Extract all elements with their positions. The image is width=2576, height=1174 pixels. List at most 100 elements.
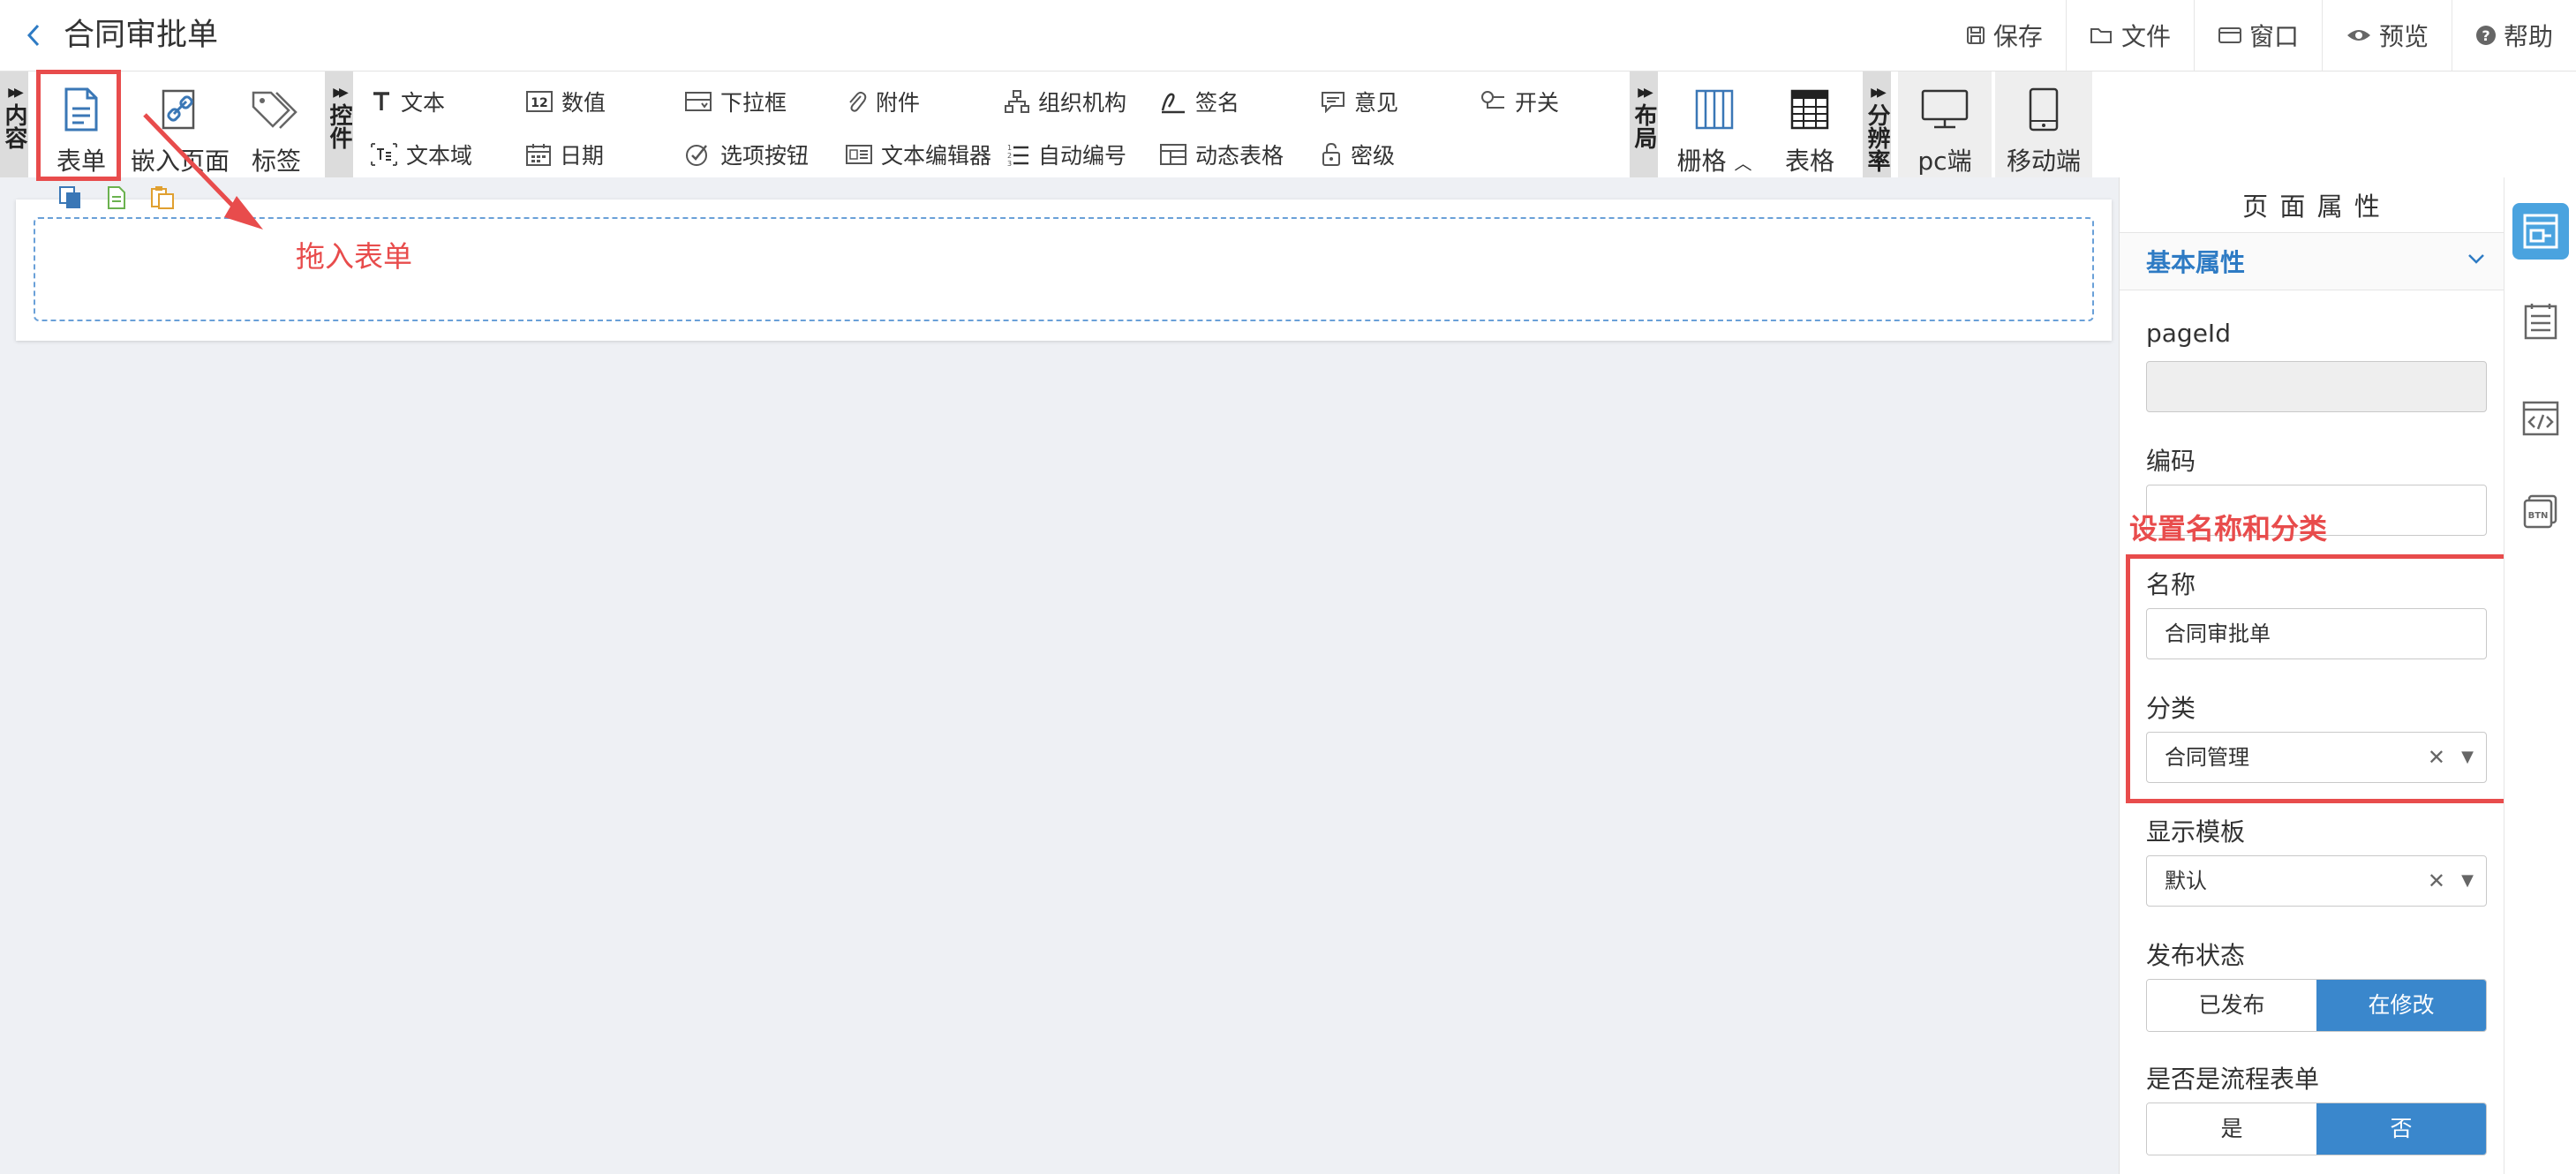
component-toolbar: ▶▶ 内容 表单 嵌入页面 标签 ▶▶ 控件 文本 12 数值 下拉框 附件 组… <box>0 71 2576 177</box>
panel-title: 页 面 属 性 <box>2242 192 2382 222</box>
expand-arrows-icon: ▶▶ <box>1638 86 1653 100</box>
template-select[interactable]: 默认 ✕ ▼ <box>2146 855 2487 907</box>
page-title: 合同审批单 <box>64 18 219 53</box>
tool-mobile-label: 移动端 <box>2006 147 2081 176</box>
control-attachment-label: 附件 <box>876 90 921 116</box>
control-attachment[interactable]: 附件 <box>846 86 920 117</box>
expand-arrows-icon: ▶▶ <box>8 86 23 100</box>
control-signature-label: 签名 <box>1195 90 1240 116</box>
control-text-editor[interactable]: 文本编辑器 <box>846 139 991 170</box>
tool-mobile[interactable]: 移动端 <box>1995 71 2092 177</box>
copy-icon[interactable] <box>58 185 83 210</box>
help-label: 帮助 <box>2503 22 2553 51</box>
option-button-icon <box>685 142 712 167</box>
control-text-editor-label: 文本编辑器 <box>881 143 992 169</box>
control-text[interactable]: 文本 <box>371 86 445 117</box>
control-textarea-label: 文本域 <box>406 143 473 169</box>
control-security-label: 密级 <box>1351 143 1396 169</box>
back-chevron-icon[interactable] <box>25 23 42 48</box>
comment-icon <box>1321 90 1345 113</box>
control-dynamic-table[interactable]: 动态表格 <box>1160 139 1284 170</box>
chevron-down-icon[interactable] <box>2467 252 2485 265</box>
number-icon: 12 <box>526 90 553 113</box>
publish-status-label: 发布状态 <box>2146 941 2246 970</box>
basic-properties-section[interactable]: 基本属性 <box>2120 232 2504 290</box>
control-org[interactable]: 组织机构 <box>1005 86 1126 117</box>
name-category-highlight <box>2126 554 2509 803</box>
content-tab[interactable]: ▶▶ 内容 <box>0 71 28 177</box>
pageid-label: pageId <box>2146 319 2231 348</box>
file-button[interactable]: 文件 <box>2065 0 2194 71</box>
top-header: 合同审批单 保存 文件 窗口 预览 ? 帮助 <box>0 0 2576 71</box>
grid-columns-icon <box>1694 84 1735 135</box>
text-icon <box>371 90 392 113</box>
controls-tab[interactable]: ▶▶ 控件 <box>325 71 353 177</box>
svg-text:2: 2 <box>1007 152 1012 160</box>
svg-text:12: 12 <box>531 96 547 110</box>
layout-tab[interactable]: ▶▶ 布局 <box>1630 71 1658 177</box>
control-org-label: 组织机构 <box>1038 90 1127 116</box>
resolution-tab[interactable]: ▶▶ 分辨率 <box>1863 71 1891 177</box>
published-option[interactable]: 已发布 <box>2147 980 2316 1031</box>
preview-label: 预览 <box>2378 22 2429 51</box>
control-date[interactable]: 日期 <box>526 139 604 170</box>
document-icon[interactable] <box>106 185 127 210</box>
flow-yes-option[interactable]: 是 <box>2147 1103 2316 1155</box>
form-tool-highlight <box>36 70 121 181</box>
control-signature[interactable]: 签名 <box>1160 86 1239 117</box>
save-label: 保存 <box>1992 22 2043 51</box>
help-button[interactable]: ? 帮助 <box>2451 0 2576 71</box>
calendar-icon <box>526 143 551 166</box>
control-switch[interactable]: 开关 <box>1480 86 1559 117</box>
is-flow-form-label: 是否是流程表单 <box>2146 1065 2320 1094</box>
control-dynamic-table-label: 动态表格 <box>1195 143 1284 169</box>
tool-grid-text: 栅格 <box>1676 147 1727 176</box>
monitor-icon <box>1920 84 1970 135</box>
drag-hint-annotation: 拖入表单 <box>296 239 412 274</box>
right-rail: BTN <box>2504 177 2576 1174</box>
control-opinion[interactable]: 意见 <box>1321 86 1398 117</box>
eye-icon <box>2346 25 2372 46</box>
control-option-button[interactable]: 选项按钮 <box>685 139 809 170</box>
controls-tab-label: 控件 <box>326 103 352 149</box>
control-number[interactable]: 12 数值 <box>526 86 606 117</box>
preview-button[interactable]: 预览 <box>2321 0 2452 71</box>
control-dropdown[interactable]: 下拉框 <box>685 86 787 117</box>
pageid-field <box>2146 361 2487 412</box>
control-date-label: 日期 <box>560 143 605 169</box>
signature-icon <box>1160 89 1186 114</box>
window-button[interactable]: 窗口 <box>2193 0 2322 71</box>
control-textarea[interactable]: 文本域 <box>371 139 472 170</box>
editing-option[interactable]: 在修改 <box>2316 980 2486 1031</box>
svg-text:1: 1 <box>1007 144 1012 152</box>
section-label: 基本属性 <box>2146 248 2246 277</box>
tool-table[interactable]: 表格 <box>1774 71 1845 177</box>
expand-arrows-icon: ▶▶ <box>333 86 348 100</box>
clear-icon[interactable]: ✕ <box>2428 856 2445 906</box>
tool-table-label: 表格 <box>1784 147 1834 176</box>
folder-icon <box>2090 25 2114 46</box>
caret-down-icon[interactable]: ▼ <box>2461 856 2474 906</box>
dynamic-table-icon <box>1160 143 1186 166</box>
chevron-up-icon[interactable]: ︿ <box>1734 153 1751 174</box>
control-number-label: 数值 <box>561 90 606 116</box>
rail-code[interactable] <box>2504 384 2576 453</box>
control-dropdown-label: 下拉框 <box>720 90 787 116</box>
rail-page-properties[interactable] <box>2504 197 2576 266</box>
control-security[interactable]: 密级 <box>1321 139 1395 170</box>
auto-number-icon: 123 <box>1005 142 1029 167</box>
control-auto-number[interactable]: 123 自动编号 <box>1005 139 1126 170</box>
control-text-label: 文本 <box>401 90 446 116</box>
list-icon <box>2523 302 2558 341</box>
header-actions: 保存 文件 窗口 预览 ? 帮助 <box>1942 0 2576 71</box>
flow-no-option[interactable]: 否 <box>2316 1103 2486 1155</box>
textarea-icon <box>371 143 397 166</box>
tool-pc[interactable]: pc端 <box>1898 71 1992 177</box>
save-button[interactable]: 保存 <box>1942 0 2066 71</box>
rail-list[interactable] <box>2504 287 2576 356</box>
rail-button[interactable]: BTN <box>2504 478 2576 546</box>
code-label: 编码 <box>2146 447 2196 476</box>
tool-grid[interactable]: 栅格 ︿ <box>1672 71 1757 177</box>
window-label: 窗口 <box>2248 22 2299 51</box>
code-icon <box>2522 401 2559 436</box>
